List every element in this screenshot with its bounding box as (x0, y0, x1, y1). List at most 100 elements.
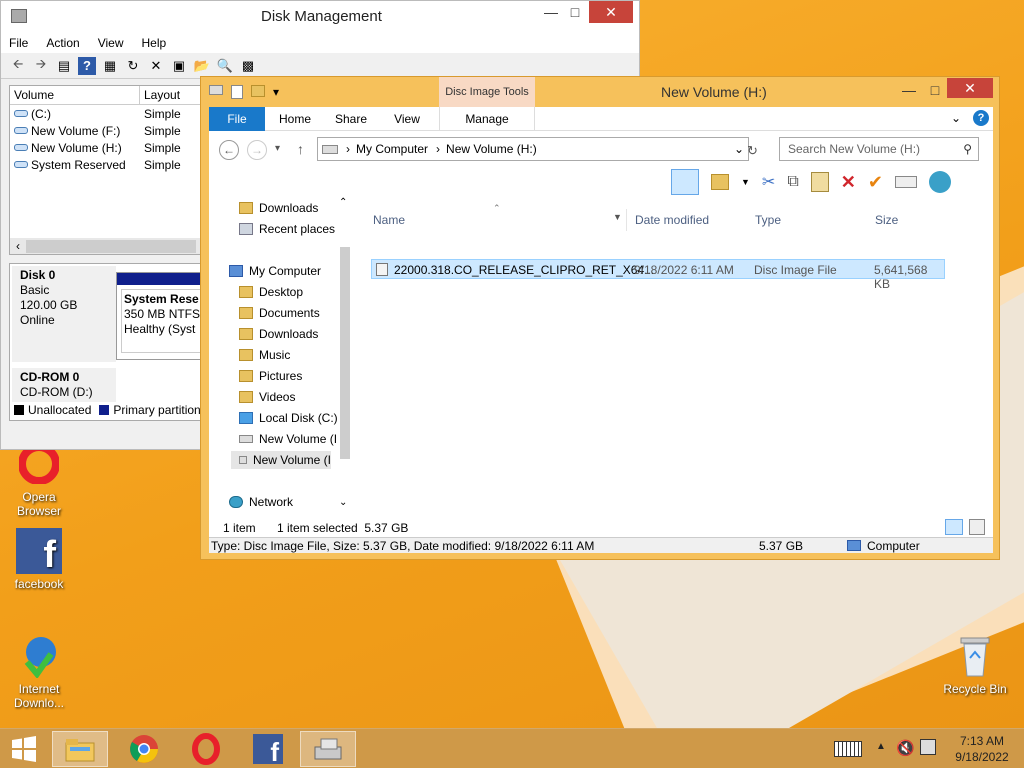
search-icon[interactable]: 🔍 (216, 57, 234, 75)
properties-icon[interactable] (894, 176, 917, 188)
touch-keyboard-icon[interactable] (834, 741, 862, 757)
nav-new-volume-1[interactable]: New Volume (I (239, 430, 337, 448)
menu-action[interactable]: Action (46, 36, 79, 50)
delete-icon[interactable]: ✕ (147, 57, 165, 75)
column-date-modified[interactable]: Date modified (635, 209, 745, 231)
check-icon[interactable]: ▣ (170, 57, 188, 75)
nav-downloads[interactable]: Downloads (239, 199, 318, 217)
column-volume[interactable]: Volume (10, 86, 140, 104)
volume-muted-icon[interactable]: 🔇 (896, 739, 915, 757)
volume-row[interactable]: (C:) Simple (10, 105, 208, 122)
forward-button[interactable]: → (247, 140, 267, 160)
help-icon[interactable]: ? (78, 56, 96, 75)
refresh-icon[interactable]: ↻ (747, 143, 758, 159)
show-hidden-icons-icon[interactable]: ▲ (876, 741, 886, 752)
nav-desktop[interactable]: Desktop (239, 283, 303, 301)
rescan-icon[interactable]: ▩ (239, 57, 257, 75)
copy-icon[interactable]: ⧉ (787, 173, 798, 191)
breadcrumb-my-computer[interactable]: My Computer (356, 142, 428, 156)
nav-new-volume-2[interactable]: New Volume (I (231, 451, 331, 469)
column-type[interactable]: Type (755, 209, 865, 231)
new-folder-icon[interactable] (251, 85, 265, 97)
nav-network[interactable]: Network (229, 493, 293, 511)
partition-system-reserved[interactable]: System Rese 350 MB NTFS Healthy (Syst (116, 272, 208, 360)
cut-icon[interactable]: ✂ (762, 172, 775, 192)
search-icon[interactable]: ⚲ (963, 142, 972, 156)
back-arrow-icon[interactable]: 🡨 (9, 56, 27, 75)
chevron-down-icon[interactable]: ⌄ (951, 111, 961, 125)
rename-check-icon[interactable]: ✔ (868, 172, 883, 193)
file-row[interactable]: 22000.318.CO_RELEASE_CLIPRO_RET_X64... 9… (371, 259, 945, 291)
forward-arrow-icon[interactable]: 🡪 (32, 56, 50, 75)
recent-locations-icon[interactable]: ▾ (275, 143, 280, 154)
paste-icon[interactable] (810, 172, 829, 192)
up-button[interactable]: ↑ (297, 141, 304, 157)
large-icons-view-icon[interactable] (969, 519, 985, 535)
menu-view[interactable]: View (98, 36, 124, 50)
chevron-down-icon[interactable]: ▼ (741, 177, 750, 187)
address-bar[interactable]: › My Computer › New Volume (H:) ⌄ (317, 137, 749, 161)
close-button[interactable]: ✕ (947, 78, 993, 98)
nav-scrollbar[interactable]: ⌃ ⌄ (337, 197, 351, 513)
chevron-down-icon[interactable]: ⌄ (339, 497, 347, 508)
close-button[interactable]: ✕ (589, 1, 633, 23)
tab-manage[interactable]: Manage (439, 107, 535, 131)
chevron-up-icon[interactable]: ⌃ (339, 197, 347, 208)
chevron-down-icon[interactable]: ▾ (273, 85, 279, 99)
column-layout[interactable]: Layout (140, 86, 208, 104)
chevron-down-icon[interactable]: ⌄ (734, 142, 744, 156)
taskbar-file-explorer[interactable] (52, 731, 108, 767)
back-button[interactable]: ← (219, 140, 239, 160)
chevron-down-icon[interactable]: ▼ (613, 212, 622, 222)
menu-help[interactable]: Help (142, 36, 167, 50)
desktop-icon-opera[interactable]: Opera Browser (4, 440, 74, 518)
nav-videos[interactable]: Videos (239, 388, 295, 406)
taskbar-opera[interactable] (178, 731, 234, 767)
search-input[interactable]: Search New Volume (H:) ⚲ (779, 137, 979, 161)
taskbar-facebook[interactable]: f (240, 731, 296, 767)
help-icon[interactable]: ? (973, 110, 989, 126)
desktop-icon-recycle-bin[interactable]: Recycle Bin (940, 632, 1010, 696)
nav-pictures[interactable]: Pictures (239, 367, 302, 385)
preview-pane-icon[interactable] (671, 169, 699, 195)
menu-file[interactable]: File (9, 36, 28, 50)
start-button[interactable] (0, 731, 48, 767)
volume-row[interactable]: New Volume (F:) Simple (10, 122, 208, 139)
desktop-icon-facebook[interactable]: f facebook (4, 527, 74, 591)
open-folder-icon[interactable]: 📂 (193, 57, 211, 75)
nav-my-computer[interactable]: My Computer (229, 262, 321, 280)
properties-icon[interactable]: ▦ (101, 57, 119, 75)
volume-row[interactable]: New Volume (H:) Simple (10, 139, 208, 156)
chevron-left-icon[interactable]: ‹ (10, 239, 26, 253)
nav-recent-places[interactable]: Recent places (239, 220, 335, 238)
taskbar-chrome[interactable] (116, 731, 172, 767)
tab-view[interactable]: View (379, 107, 435, 131)
nav-local-disk-c[interactable]: Local Disk (C:) (239, 409, 338, 427)
volume-row[interactable]: System Reserved Simple (10, 156, 208, 173)
cdrom-box[interactable]: CD-ROM 0 CD-ROM (D:) (12, 368, 116, 402)
scrollbar-thumb[interactable] (340, 247, 350, 459)
refresh-icon[interactable]: ↻ (124, 57, 142, 75)
tab-share[interactable]: Share (323, 107, 379, 131)
horizontal-scrollbar[interactable]: ‹ (10, 238, 208, 254)
scrollbar-thumb[interactable] (26, 239, 196, 253)
properties-icon[interactable] (231, 85, 243, 99)
globe-icon[interactable] (928, 171, 951, 193)
folder-options-icon[interactable] (711, 174, 729, 190)
details-view-icon[interactable] (945, 519, 963, 535)
drive-icon[interactable] (209, 85, 223, 95)
network-icon[interactable] (920, 739, 936, 755)
desktop-icon-idm[interactable]: Internet Downlo... (4, 632, 74, 710)
delete-icon[interactable]: ✕ (841, 172, 856, 193)
tab-home[interactable]: Home (267, 107, 323, 131)
clock[interactable]: 7:13 AM 9/18/2022 (944, 733, 1020, 765)
nav-music[interactable]: Music (239, 346, 290, 364)
nav-documents[interactable]: Documents (239, 304, 320, 322)
tab-file[interactable]: File (209, 107, 265, 131)
breadcrumb-new-volume[interactable]: New Volume (H:) (446, 142, 537, 156)
disk-0-box[interactable]: Disk 0 Basic 120.00 GB Online (12, 266, 116, 362)
taskbar-disk-management[interactable] (300, 731, 356, 767)
nav-downloads-2[interactable]: Downloads (239, 325, 318, 343)
column-size[interactable]: Size (875, 209, 945, 231)
list-view-icon[interactable]: ▤ (55, 57, 73, 75)
